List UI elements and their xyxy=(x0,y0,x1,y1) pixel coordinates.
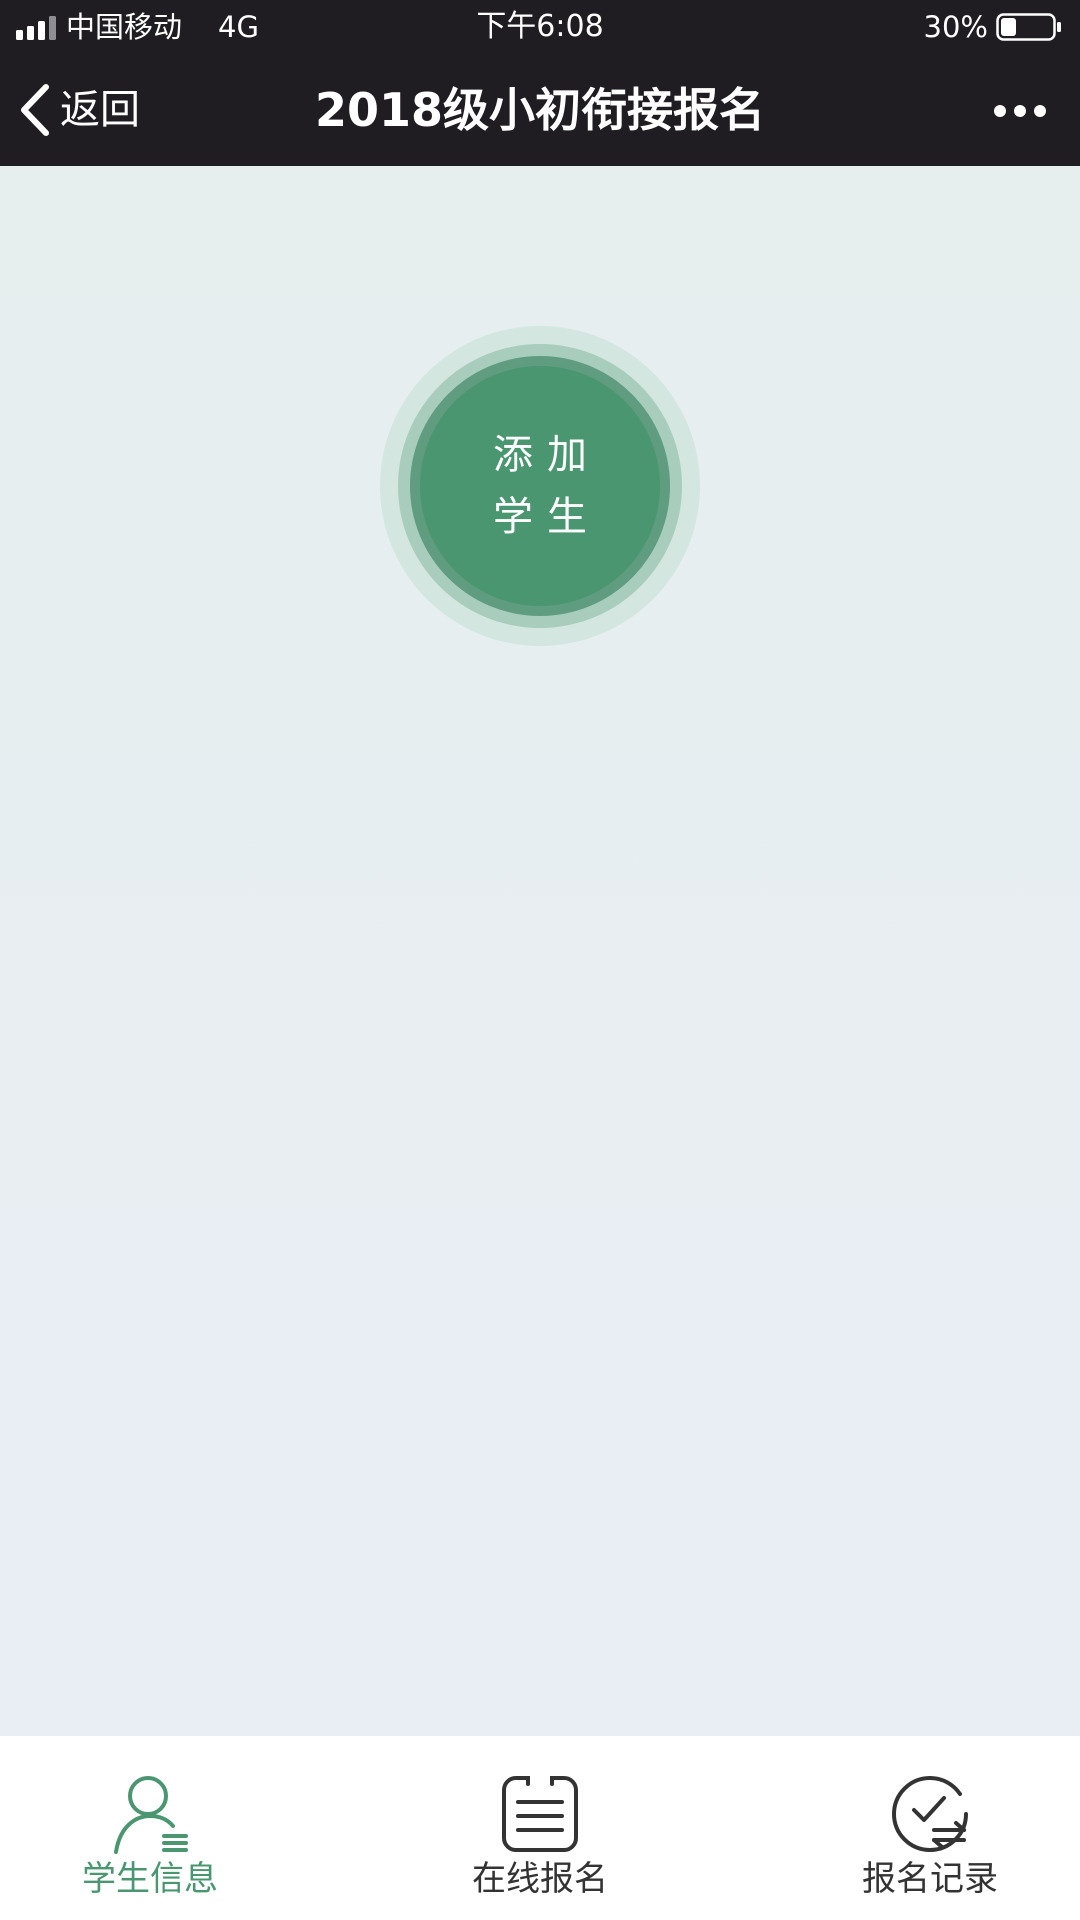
battery-percent: 30% xyxy=(923,10,988,44)
back-button[interactable]: 返回 xyxy=(18,77,140,143)
tab-label: 报名记录 xyxy=(862,1859,998,1899)
status-bar: 中国移动 4G 下午6:08 30% xyxy=(0,0,1080,55)
add-student-button[interactable]: 添加 学生 xyxy=(380,326,700,646)
add-student-label-line1: 添加 xyxy=(493,432,601,478)
tab-label: 在线报名 xyxy=(472,1859,608,1899)
status-time: 下午6:08 xyxy=(476,9,604,44)
page-title: 2018级小初衔接报名 xyxy=(314,83,766,137)
tab-registration-records[interactable]: 报名记录 xyxy=(780,1736,1080,1920)
more-options-icon[interactable] xyxy=(992,91,1048,131)
nav-bar: 返回 2018级小初衔接报名 xyxy=(0,55,1080,166)
add-student-label-line2: 学生 xyxy=(493,494,601,540)
check-refresh-icon xyxy=(892,1775,968,1852)
main-content: 添加 学生 xyxy=(0,166,1080,1736)
button-core: 添加 学生 xyxy=(420,366,660,606)
tab-label: 学生信息 xyxy=(82,1859,218,1899)
clipboard-icon xyxy=(502,1774,578,1852)
battery-icon xyxy=(996,13,1061,41)
tab-student-info[interactable]: 学生信息 xyxy=(0,1736,300,1920)
tab-online-registration[interactable]: 在线报名 xyxy=(390,1736,690,1920)
person-list-icon xyxy=(114,1776,188,1854)
tab-bar: 学生信息 在线报名 报名记录 xyxy=(0,1736,1080,1920)
back-label: 返回 xyxy=(60,87,140,133)
chevron-left-icon xyxy=(21,84,49,136)
